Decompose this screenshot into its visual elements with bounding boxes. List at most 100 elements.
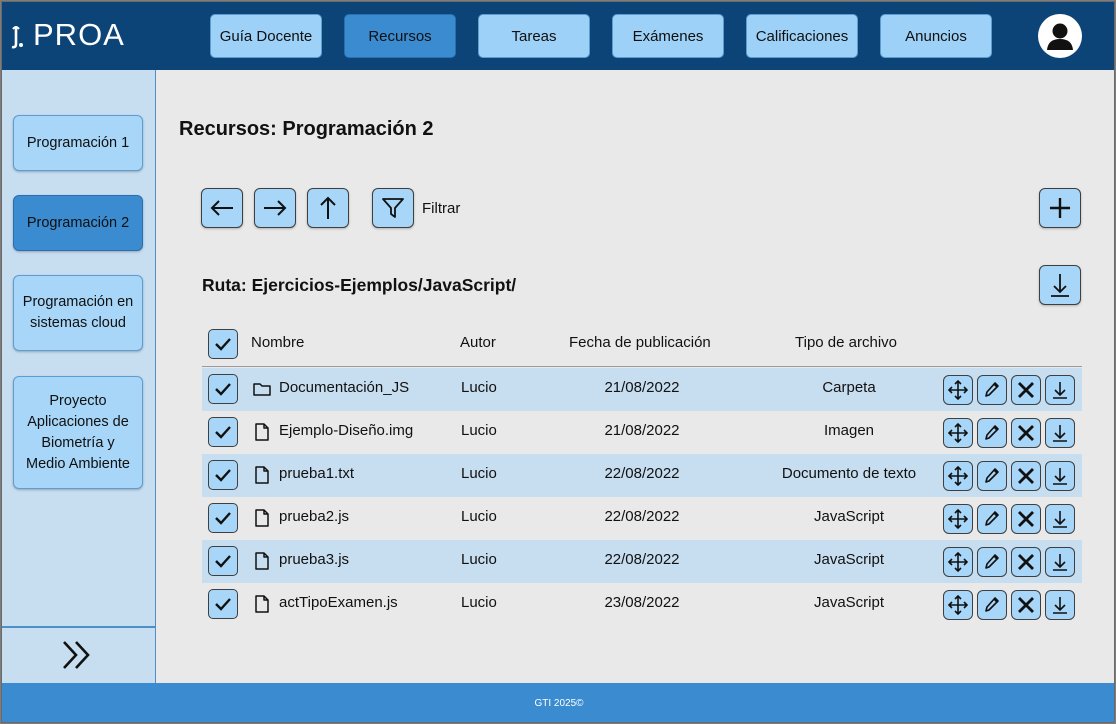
- checkmark-icon: [215, 512, 231, 525]
- row-checkbox[interactable]: [208, 417, 238, 447]
- table-row[interactable]: Documentación_JS Lucio 21/08/2022 Carpeta: [202, 368, 1082, 411]
- move-button[interactable]: [943, 504, 973, 534]
- user-icon: [1039, 15, 1081, 57]
- sidebar-divider: [2, 626, 155, 628]
- file-date: 21/08/2022: [604, 422, 680, 439]
- sidebar: Programación 1 Programación 2 Programaci…: [2, 70, 156, 683]
- edit-button[interactable]: [977, 461, 1007, 491]
- page-title: Recursos: Programación 2: [179, 118, 434, 140]
- expand-sidebar-icon[interactable]: [60, 638, 94, 672]
- sidebar-item-programacion-2[interactable]: Programación 2: [13, 195, 143, 251]
- arrow-left-icon: [210, 200, 233, 216]
- user-avatar[interactable]: [1038, 14, 1082, 58]
- forward-button[interactable]: [254, 188, 296, 228]
- download-button[interactable]: [1045, 418, 1075, 448]
- edit-button[interactable]: [977, 375, 1007, 405]
- up-folder-button[interactable]: [307, 188, 349, 228]
- back-button[interactable]: [201, 188, 243, 228]
- delete-x-icon: [1018, 468, 1034, 484]
- download-icon: [1053, 468, 1067, 485]
- delete-x-icon: [1018, 554, 1034, 570]
- download-icon: [1053, 597, 1067, 614]
- delete-button[interactable]: [1011, 375, 1041, 405]
- nav-examenes[interactable]: Exámenes: [612, 14, 724, 58]
- download-icon: [1053, 554, 1067, 571]
- delete-button[interactable]: [1011, 418, 1041, 448]
- edit-button[interactable]: [977, 418, 1007, 448]
- table-row[interactable]: Ejemplo-Diseño.img Lucio 21/08/2022 Imagen: [202, 411, 1082, 454]
- download-folder-button[interactable]: [1039, 265, 1081, 305]
- table-row[interactable]: prueba1.txt Lucio 22/08/2022 Documento de t…: [202, 454, 1082, 497]
- nav-calificaciones[interactable]: Calificaciones: [746, 14, 858, 58]
- download-button[interactable]: [1045, 504, 1075, 534]
- file-date: 22/08/2022: [604, 508, 680, 525]
- file-type: Carpeta: [822, 379, 876, 396]
- logo-text: PROA: [33, 17, 125, 52]
- delete-x-icon: [1018, 425, 1034, 441]
- nav-anuncios[interactable]: Anuncios: [880, 14, 992, 58]
- column-header-date[interactable]: Fecha de publicación: [569, 334, 711, 351]
- delete-button[interactable]: [1011, 590, 1041, 620]
- table-row[interactable]: prueba2.js Lucio 22/08/2022 JavaScript: [202, 497, 1082, 540]
- move-button[interactable]: [943, 547, 973, 577]
- move-icon: [947, 379, 969, 401]
- table-row[interactable]: prueba3.js Lucio 22/08/2022 JavaScript: [202, 540, 1082, 583]
- edit-button[interactable]: [977, 547, 1007, 577]
- file-author: Lucio: [461, 551, 497, 568]
- move-button[interactable]: [943, 590, 973, 620]
- download-button[interactable]: [1045, 590, 1075, 620]
- file-icon: [252, 422, 272, 447]
- row-checkbox[interactable]: [208, 503, 238, 533]
- file-type: Documento de texto: [781, 465, 917, 482]
- file-date: 22/08/2022: [604, 465, 680, 482]
- move-icon: [947, 594, 969, 616]
- delete-button[interactable]: [1011, 461, 1041, 491]
- column-header-name[interactable]: Nombre: [251, 334, 304, 351]
- move-icon: [947, 422, 969, 444]
- add-resource-button[interactable]: [1039, 188, 1081, 228]
- file-name: prueba2.js: [279, 508, 350, 525]
- download-icon: [1053, 425, 1067, 442]
- edit-pencil-icon: [985, 468, 999, 483]
- table-row[interactable]: actTipoExamen.js Lucio 23/08/2022 JavaScrip…: [202, 583, 1082, 626]
- row-checkbox[interactable]: [208, 589, 238, 619]
- download-button[interactable]: [1045, 375, 1075, 405]
- app-window: PROA Guía Docente Recursos Tareas Exámen…: [1, 1, 1115, 723]
- file-icon: [252, 465, 272, 490]
- file-icon: [252, 594, 272, 619]
- file-date: 21/08/2022: [604, 379, 680, 396]
- column-header-author[interactable]: Autor: [460, 334, 496, 351]
- move-button[interactable]: [943, 418, 973, 448]
- sidebar-item-programacion-cloud[interactable]: Programación en sistemas cloud: [13, 275, 143, 351]
- nav-guia-docente[interactable]: Guía Docente: [210, 14, 322, 58]
- edit-button[interactable]: [977, 504, 1007, 534]
- file-author: Lucio: [461, 422, 497, 439]
- row-checkbox[interactable]: [208, 460, 238, 490]
- delete-button[interactable]: [1011, 547, 1041, 577]
- edit-pencil-icon: [985, 511, 999, 526]
- delete-button[interactable]: [1011, 504, 1041, 534]
- move-button[interactable]: [943, 461, 973, 491]
- file-type: JavaScript: [813, 594, 885, 611]
- file-icon: [252, 508, 272, 533]
- sidebar-item-proyecto-biometria[interactable]: Proyecto Aplicaciones de Biometría y Med…: [13, 376, 143, 489]
- row-checkbox[interactable]: [208, 546, 238, 576]
- proa-logo[interactable]: PROA: [10, 15, 125, 55]
- filter-button[interactable]: [372, 188, 414, 228]
- nav-tareas[interactable]: Tareas: [478, 14, 590, 58]
- select-all-checkbox[interactable]: [208, 329, 238, 359]
- download-button[interactable]: [1045, 547, 1075, 577]
- delete-x-icon: [1018, 597, 1034, 613]
- nav-recursos[interactable]: Recursos: [344, 14, 456, 58]
- move-button[interactable]: [943, 375, 973, 405]
- file-author: Lucio: [461, 508, 497, 525]
- delete-x-icon: [1018, 382, 1034, 398]
- edit-pencil-icon: [985, 597, 999, 612]
- download-icon: [1053, 511, 1067, 528]
- sidebar-item-programacion-1[interactable]: Programación 1: [13, 115, 143, 171]
- move-icon: [947, 508, 969, 530]
- column-header-type[interactable]: Tipo de archivo: [795, 334, 897, 351]
- edit-button[interactable]: [977, 590, 1007, 620]
- row-checkbox[interactable]: [208, 374, 238, 404]
- download-button[interactable]: [1045, 461, 1075, 491]
